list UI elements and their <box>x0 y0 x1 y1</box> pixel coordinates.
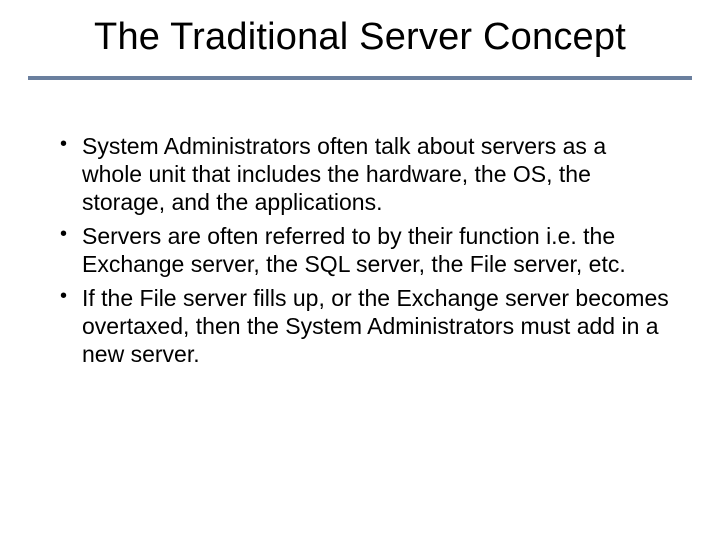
list-item: Servers are often referred to by their f… <box>54 222 672 278</box>
slide: The Traditional Server Concept System Ad… <box>0 0 720 540</box>
slide-title: The Traditional Server Concept <box>0 16 720 59</box>
bullet-list: System Administrators often talk about s… <box>54 132 672 368</box>
list-item: If the File server fills up, or the Exch… <box>54 284 672 368</box>
slide-body: System Administrators often talk about s… <box>54 132 672 374</box>
title-divider <box>28 76 692 80</box>
list-item: System Administrators often talk about s… <box>54 132 672 216</box>
